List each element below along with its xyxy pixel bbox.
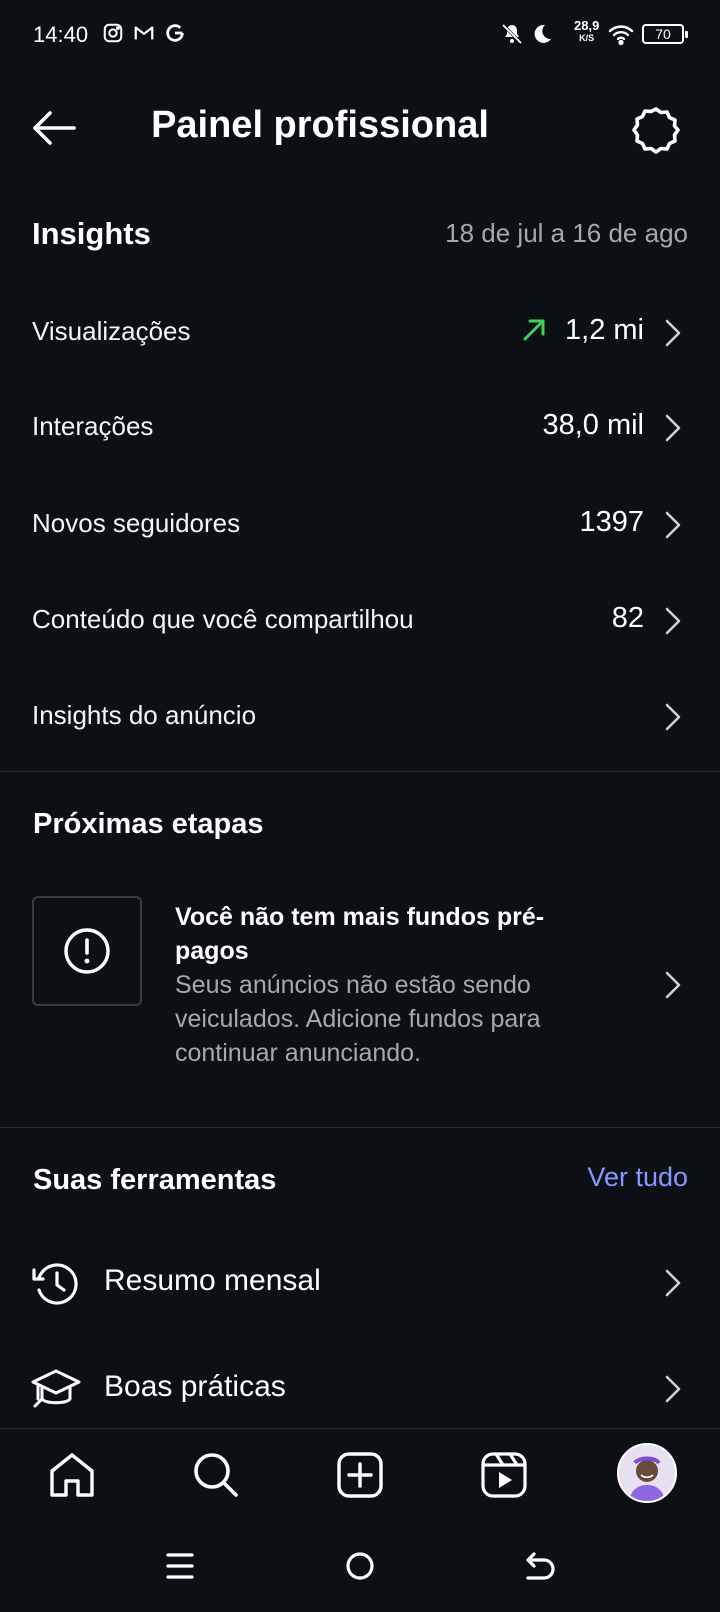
insight-label: Novos seguidores [32,508,241,538]
insight-value: 82 [611,602,644,634]
wifi-icon [608,22,634,46]
tool-monthly-summary[interactable]: Resumo mensal [0,1234,720,1334]
tool-label: Boas práticas [104,1370,286,1403]
chevron-right-icon [664,606,682,636]
status-bar: 14:40 28,9 K/S 70 [0,0,720,72]
insight-value: 1397 [579,506,644,538]
tool-best-practices[interactable]: Boas práticas [0,1340,720,1440]
chevron-right-icon [664,970,682,1000]
chevron-right-icon [664,510,682,540]
bottom-nav [0,1428,720,1517]
insight-label: Conteúdo que você compartilhou [32,604,414,634]
gmail-icon [133,22,157,46]
profile-avatar[interactable] [617,1443,677,1503]
reels-icon[interactable] [478,1449,530,1501]
status-time: 14:40 [33,22,89,47]
insight-row-views[interactable]: Visualizações 1,2 mi [0,286,720,382]
google-icon [164,22,188,46]
settings-button[interactable] [630,104,682,156]
graduation-cap-icon [30,1364,82,1416]
network-speed: 28,9 K/S [574,18,600,43]
date-range[interactable]: 18 de jul a 16 de ago [445,218,688,249]
chevron-right-icon [664,413,682,443]
search-icon[interactable] [190,1449,242,1501]
insight-label: Visualizações [32,316,191,346]
see-all-link[interactable]: Ver tudo [587,1162,688,1193]
insight-label: Interações [32,411,154,441]
system-nav-bar [0,1516,720,1612]
insight-value: 1,2 mi [565,314,644,346]
alert-icon-box [32,896,142,1006]
bell-muted-icon [500,22,524,46]
home-icon[interactable] [46,1449,98,1501]
chevron-right-icon [664,318,682,348]
section-divider [0,771,720,772]
section-divider [0,1127,720,1128]
insight-row-ad-insights[interactable]: Insights do anúncio [0,670,720,766]
chevron-right-icon [664,1374,682,1404]
trend-up-icon [520,316,548,344]
next-steps-heading: Próximas etapas [33,808,264,840]
gear-icon [632,107,680,154]
card-body: Seus anúncios não estão sendo veiculados… [175,971,541,1067]
instagram-icon [102,22,126,46]
chevron-right-icon [664,702,682,732]
page-title: Painel profissional [151,104,489,146]
history-icon [30,1258,82,1310]
chevron-right-icon [664,1268,682,1298]
insight-row-content-shared[interactable]: Conteúdo que você compartilhou 82 [0,574,720,670]
create-post-icon[interactable] [334,1449,386,1501]
insights-heading: Insights [32,216,151,251]
recent-apps-icon[interactable] [160,1546,200,1586]
insight-label: Insights do anúncio [32,700,257,730]
tool-label: Resumo mensal [104,1264,321,1297]
battery-icon: 70 [642,24,688,44]
card-title: Você não tem mais fundos pré-pagos [175,903,545,965]
moon-icon [530,22,554,46]
tools-heading: Suas ferramentas [33,1164,277,1196]
back-gesture-icon[interactable] [520,1546,560,1586]
insight-value: 38,0 mil [542,409,644,441]
home-circle-icon[interactable] [340,1546,380,1586]
alert-circle-icon [64,928,110,974]
insight-row-new-followers[interactable]: Novos seguidores 1397 [0,478,720,574]
insight-row-interactions[interactable]: Interações 38,0 mil [0,381,720,477]
